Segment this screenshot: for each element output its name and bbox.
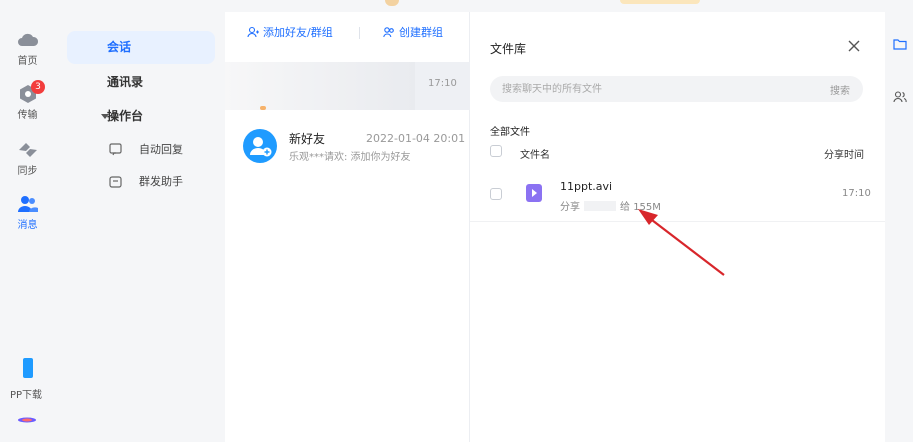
rail-label-home: 首页 (17, 56, 38, 67)
add-friend-label: 添加好友/群组 (263, 26, 333, 39)
column-header-name: 文件名 (520, 150, 550, 161)
members-icon[interactable] (893, 90, 907, 104)
top-decoration (385, 0, 399, 6)
left-rail: 首页 3 传输 同步 消息 PP下载 (0, 12, 55, 442)
auto-reply-icon (109, 143, 122, 156)
rail-label-transfer: 传输 (17, 110, 38, 121)
blurred-content (225, 62, 415, 110)
panel-title: 文件库 (490, 42, 527, 56)
nav-item-contacts[interactable]: 通讯录 (67, 66, 215, 99)
group-icon (383, 27, 394, 38)
create-group-button[interactable]: 创建群组 (383, 24, 443, 40)
video-file-icon (526, 184, 542, 202)
column-header-time: 分享时间 (824, 150, 864, 161)
transfer-badge: 3 (31, 80, 45, 94)
conversation-time: 2022-01-04 20:01 (366, 132, 466, 145)
top-banner (620, 0, 700, 4)
add-friend-button[interactable]: 添加好友/群组 (247, 24, 333, 40)
right-rail (885, 12, 913, 442)
conversation-name: 新好友 (289, 132, 326, 146)
phone-icon (22, 358, 33, 378)
conversation-toolbar: 添加好友/群组 创建群组 (225, 12, 470, 52)
brand-logo-icon (18, 417, 36, 423)
rail-item-sync[interactable]: 同步 (0, 140, 55, 177)
file-meta: 分享 给 155M (560, 198, 661, 213)
nav-column: 会话 通讯录 操作台 自动回复 群发助手 (55, 12, 225, 442)
avatar (243, 129, 277, 163)
new-friend-icon (250, 137, 272, 157)
caret-down-icon (101, 114, 109, 119)
nav-item-console[interactable]: 操作台 (67, 100, 215, 133)
message-icon (17, 196, 38, 212)
file-share-label: 分享 (560, 202, 580, 213)
conversation-row[interactable]: 17:10 (225, 62, 470, 110)
rail-item-app-download[interactable]: PP下载 (0, 358, 55, 401)
nav-sub-auto-reply-label: 自动回复 (139, 143, 183, 156)
conversation-list: 添加好友/群组 创建群组 17:10 新好友 2022-01-04 20:01 … (225, 12, 470, 442)
file-library-panel: 文件库 搜索 全部文件 文件名 分享时间 11ppt.avi 分享 给 155M … (470, 12, 885, 442)
rail-item-transfer[interactable]: 3 传输 (0, 80, 55, 121)
conversation-preview: 乐观***请欢: 添加你为好友 (289, 152, 411, 163)
file-row[interactable]: 11ppt.avi 分享 给 155M 17:10 (470, 170, 885, 222)
app-window: 首页 3 传输 同步 消息 PP下载 会话 通讯录 操作台 自动回复 群发助手 … (0, 0, 913, 442)
search-input[interactable] (490, 76, 820, 102)
search-button[interactable]: 搜索 (830, 82, 850, 97)
masked-text (584, 201, 616, 211)
file-share-time: 17:10 (842, 188, 871, 199)
rail-item-home[interactable]: 首页 (0, 30, 55, 67)
avatar-fragment (260, 106, 266, 110)
sync-icon (18, 143, 37, 157)
file-size-prefix: 给 (620, 202, 630, 213)
conversation-time: 17:10 (428, 78, 457, 89)
nav-sub-broadcast-label: 群发助手 (139, 175, 183, 188)
rail-label-sync: 同步 (17, 166, 38, 177)
add-user-icon (247, 26, 259, 38)
section-label: 全部文件 (490, 127, 530, 138)
file-checkbox[interactable] (490, 188, 502, 200)
cloud-icon (17, 33, 38, 46)
folder-icon[interactable] (893, 38, 907, 50)
conversation-row-new-friend[interactable]: 新好友 2022-01-04 20:01 乐观***请欢: 添加你为好友 (225, 120, 470, 172)
create-group-label: 创建群组 (399, 26, 443, 39)
nav-item-sessions[interactable]: 会话 (67, 31, 215, 64)
rail-label-messages: 消息 (17, 220, 38, 231)
broadcast-icon (109, 176, 122, 188)
top-strip (0, 0, 913, 12)
file-size: 155M (633, 202, 661, 213)
rail-label-app-download: PP下载 (9, 390, 43, 401)
rail-item-messages[interactable]: 消息 (0, 194, 55, 231)
toolbar-divider (359, 27, 360, 39)
nav-sub-broadcast[interactable]: 群发助手 (67, 168, 215, 196)
close-icon[interactable] (846, 38, 862, 54)
nav-item-console-label: 操作台 (107, 109, 144, 123)
nav-sub-auto-reply[interactable]: 自动回复 (67, 136, 215, 164)
file-name: 11ppt.avi (560, 180, 613, 193)
search-box: 搜索 (490, 76, 863, 102)
select-all-checkbox[interactable] (490, 145, 502, 157)
